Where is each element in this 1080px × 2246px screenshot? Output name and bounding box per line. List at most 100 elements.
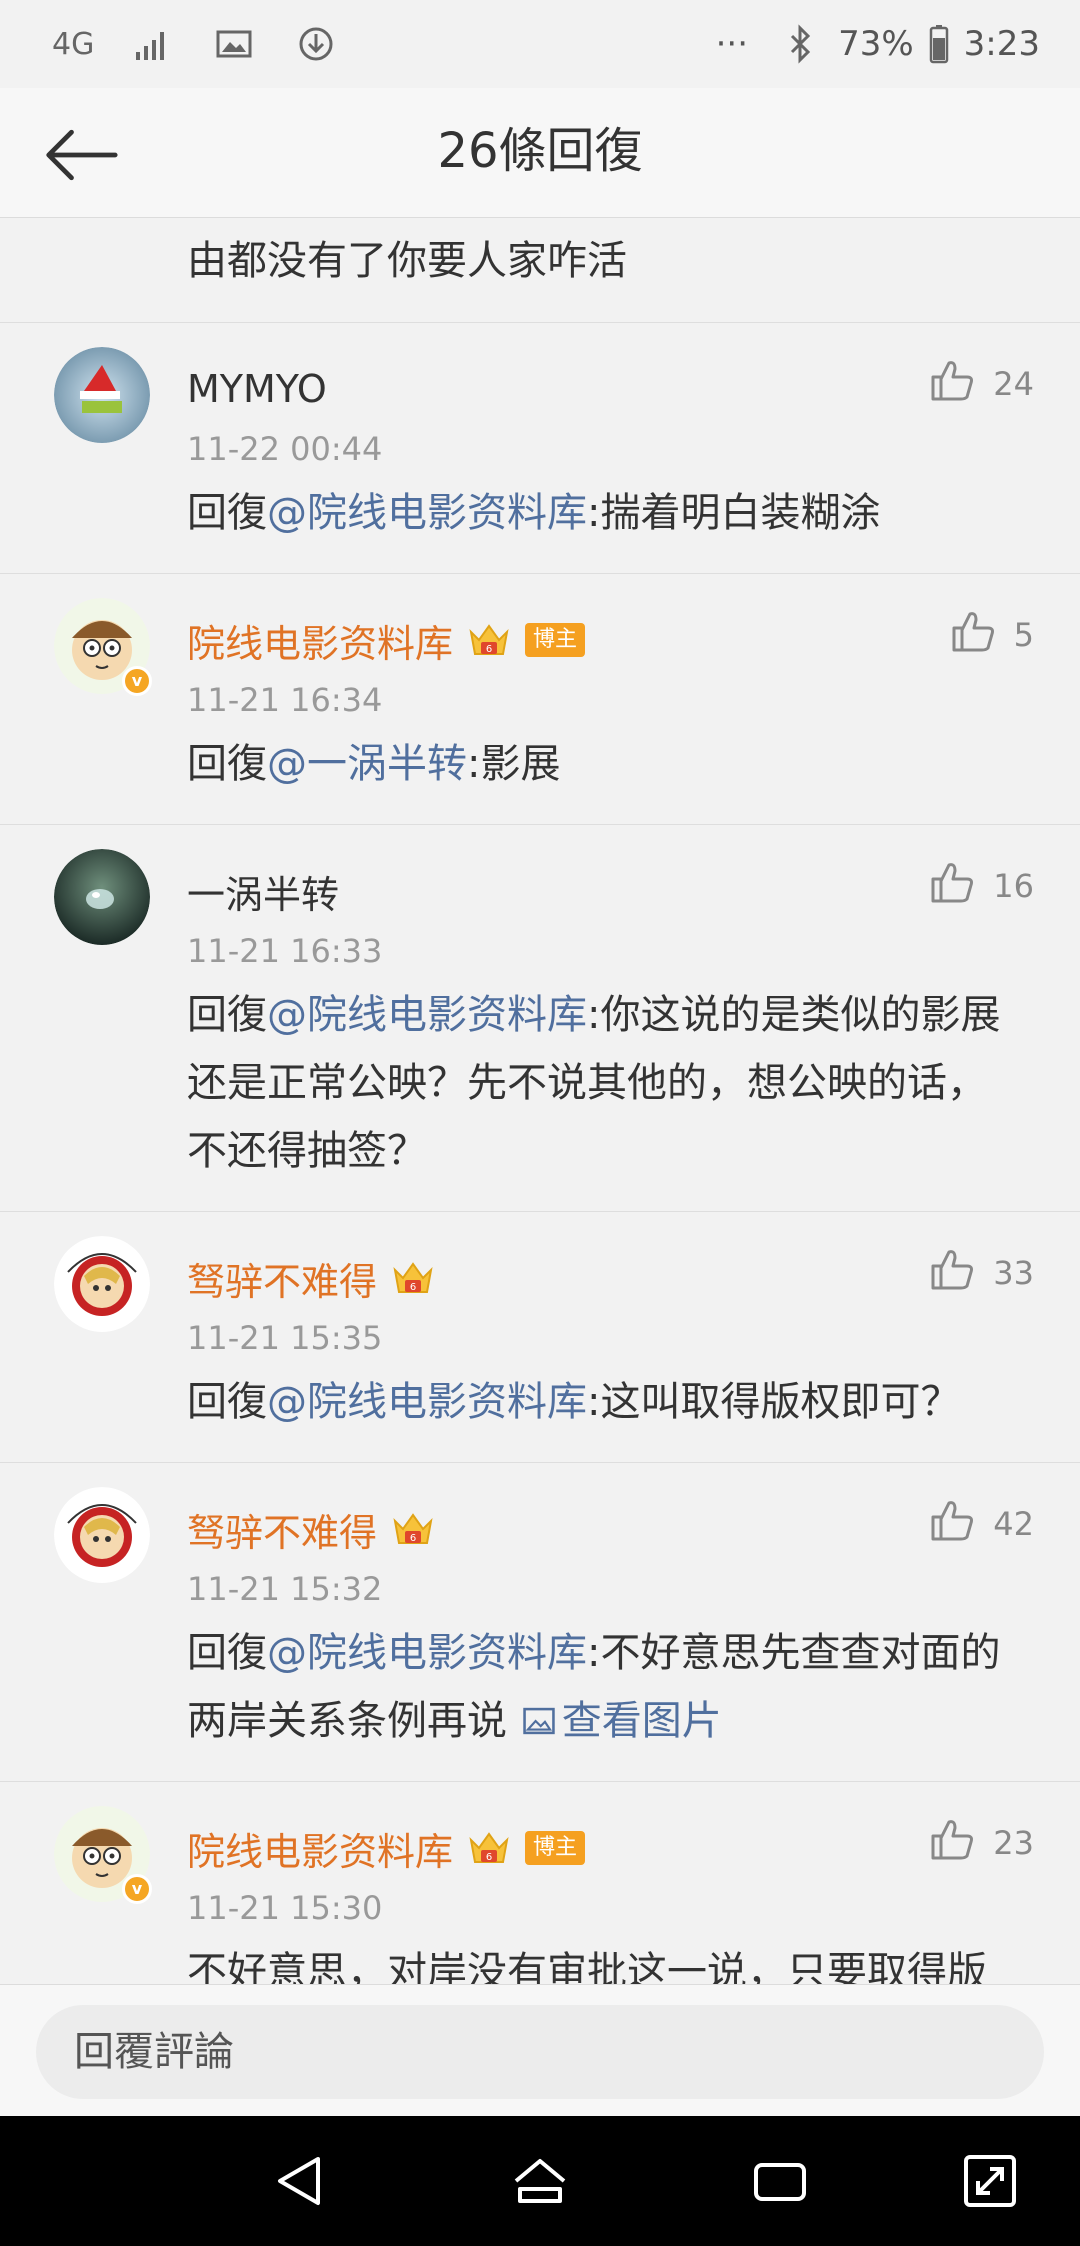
vip-crown-icon: 6 <box>391 1258 435 1298</box>
comment-time: 11-22 00:44 <box>187 430 383 468</box>
comment-body: 不好意思，对岸没有审批这一说，只要取得版权即可。 <box>187 1938 1020 1984</box>
gallery-notification-icon <box>210 24 258 64</box>
comment-item[interactable]: 一涡半转 11-21 16:33 回復@院线电影资料库:你这说的是类似的影展还是… <box>0 825 1080 1212</box>
like-button[interactable]: 33 <box>927 1244 1034 1302</box>
reply-bar: 回覆評論 <box>0 1984 1080 2116</box>
username[interactable]: 院线电影资料库 <box>187 1821 453 1876</box>
comment-text: :影展 <box>467 741 561 787</box>
like-button[interactable]: 24 <box>927 355 1034 413</box>
recents-icon <box>754 2163 806 2201</box>
like-count: 23 <box>993 1824 1034 1862</box>
like-count: 5 <box>1013 616 1034 654</box>
nav-recents-button[interactable] <box>750 2151 810 2211</box>
svg-text:6: 6 <box>410 1533 416 1544</box>
svg-text:6: 6 <box>486 644 492 655</box>
mention-link[interactable]: @院线电影资料库 <box>267 1379 587 1425</box>
nav-back-button[interactable] <box>270 2151 330 2211</box>
thumb-up-icon <box>927 1814 977 1872</box>
comment-time: 11-21 15:30 <box>187 1889 383 1927</box>
username[interactable]: 驽骍不难得 <box>187 1502 377 1557</box>
avatar[interactable]: v <box>54 598 152 696</box>
comment-item[interactable]: 驽骍不难得 6 11-21 15:32 回復@院线电影资料库:不好意思先查查对面… <box>0 1463 1080 1782</box>
username[interactable]: 一涡半转 <box>187 864 339 919</box>
thumb-up-icon <box>927 355 977 413</box>
comment-text: :揣着明白装糊涂 <box>587 490 881 536</box>
bluetooth-icon <box>776 24 824 64</box>
partial-comment-text: 由都没有了你要人家咋活 <box>187 238 627 284</box>
battery-icon <box>928 24 950 64</box>
battery-percent-label: 73% <box>838 24 914 64</box>
reply-prefix: 回復 <box>187 1379 267 1425</box>
thumb-up-icon <box>927 1495 977 1553</box>
username[interactable]: 驽骍不难得 <box>187 1251 377 1306</box>
comment-item[interactable]: 驽骍不难得 6 11-21 15:35 回復@院线电影资料库:这叫取得版权即可？… <box>0 1212 1080 1463</box>
verified-icon: v <box>122 1874 152 1904</box>
comment-body: 回復@院线电影资料库:不好意思先查查对面的两岸关系条例再说 查看图片 <box>187 1619 1020 1755</box>
comment-time: 11-21 15:35 <box>187 1319 383 1357</box>
avatar[interactable] <box>54 347 150 443</box>
mention-link[interactable]: @一涡半转 <box>267 741 467 787</box>
like-count: 24 <box>993 365 1034 403</box>
more-notifications-label: ··· <box>715 24 749 64</box>
like-button[interactable]: 16 <box>927 857 1034 915</box>
comments-container: MYMYO 11-22 00:44 回復@院线电影资料库:揣着明白装糊涂 24 … <box>0 323 1080 1984</box>
comment-item[interactable]: v 院线电影资料库 6 博主 11-21 15:30 不好意思，对岸没有审批这一… <box>0 1782 1080 1984</box>
comment-item[interactable]: v 院线电影资料库 6 博主 11-21 16:34 回復@一涡半转:影展 5 <box>0 574 1080 825</box>
picture-icon <box>520 1698 562 1744</box>
clock-label: 3:23 <box>963 24 1040 64</box>
home-icon <box>514 2159 566 2203</box>
like-button[interactable]: 23 <box>927 1814 1034 1872</box>
comment-text: 不好意思，对岸没有审批这一说，只要取得版权即可。 <box>187 1949 987 1984</box>
thumb-up-icon <box>927 857 977 915</box>
triangle-back-icon <box>278 2157 320 2205</box>
username[interactable]: MYMYO <box>187 367 327 411</box>
view-image-label: 查看图片 <box>561 1698 722 1744</box>
avatar[interactable]: v <box>54 1806 152 1904</box>
username[interactable]: 院线电影资料库 <box>187 613 453 668</box>
like-count: 16 <box>993 867 1034 905</box>
comment-body: 回復@院线电影资料库:这叫取得版权即可？ <box>187 1368 1020 1436</box>
network-type-label: 4G <box>52 26 95 62</box>
like-count: 42 <box>993 1505 1034 1543</box>
reply-prefix: 回復 <box>187 1630 267 1676</box>
vip-crown-icon: 6 <box>467 620 511 660</box>
page-title: 26條回復 <box>437 123 643 179</box>
comment-list[interactable]: 由都没有了你要人家咋活 MYMYO 11-22 00:44 回復@院线电影资料库… <box>0 219 1080 1984</box>
blogger-badge: 博主 <box>525 623 586 657</box>
comment-text: :这叫取得版权即可？ <box>587 1379 961 1425</box>
mention-link[interactable]: @院线电影资料库 <box>267 490 587 536</box>
nav-expand-button[interactable] <box>960 2151 1020 2211</box>
comment-body: 回復@院线电影资料库:你这说的是类似的影展还是正常公映？先不说其他的，想公映的话… <box>187 981 1020 1185</box>
thumb-up-icon <box>927 1244 977 1302</box>
verified-icon: v <box>122 666 152 696</box>
comment-body: 回復@院线电影资料库:揣着明白装糊涂 <box>187 479 1020 547</box>
reply-prefix: 回復 <box>187 490 267 536</box>
vip-crown-icon: 6 <box>467 1828 511 1868</box>
comment-time: 11-21 16:34 <box>187 681 383 719</box>
like-button[interactable]: 5 <box>948 606 1034 664</box>
vip-crown-icon: 6 <box>391 1509 435 1549</box>
avatar[interactable] <box>54 1487 150 1583</box>
avatar[interactable] <box>54 1236 150 1332</box>
like-button[interactable]: 42 <box>927 1495 1034 1553</box>
mention-link[interactable]: @院线电影资料库 <box>267 992 587 1038</box>
svg-text:6: 6 <box>410 1282 416 1293</box>
comment-item[interactable]: MYMYO 11-22 00:44 回復@院线电影资料库:揣着明白装糊涂 24 <box>0 323 1080 574</box>
blogger-badge: 博主 <box>525 1831 586 1865</box>
reply-prefix: 回復 <box>187 992 267 1038</box>
reply-input[interactable]: 回覆評論 <box>36 2005 1044 2099</box>
status-bar: 4G ··· 73% 3:23 <box>0 0 1080 88</box>
mention-link[interactable]: @院线电影资料库 <box>267 1630 587 1676</box>
signal-icon <box>128 24 176 64</box>
comment-body: 回復@一涡半转:影展 <box>187 730 1020 798</box>
partial-comment: 由都没有了你要人家咋活 <box>0 219 1080 323</box>
top-bar: 26條回復 <box>0 88 1080 218</box>
nav-home-button[interactable] <box>510 2151 570 2211</box>
comment-time: 11-21 15:32 <box>187 1570 383 1608</box>
system-nav-bar <box>0 2116 1080 2246</box>
download-notification-icon <box>292 24 340 64</box>
view-image-link[interactable]: 查看图片 <box>520 1698 722 1744</box>
avatar[interactable] <box>54 849 150 945</box>
svg-text:6: 6 <box>486 1852 492 1863</box>
comment-time: 11-21 16:33 <box>187 932 383 970</box>
